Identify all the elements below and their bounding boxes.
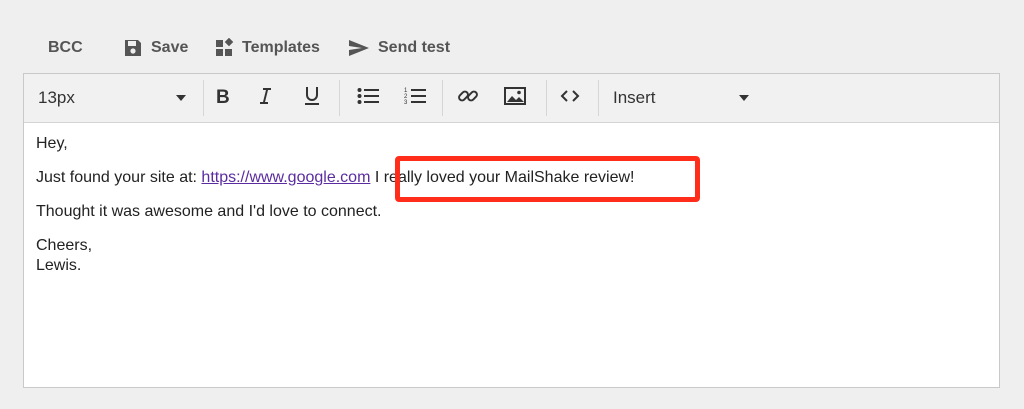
font-size-value: 13px: [38, 88, 75, 107]
website-link[interactable]: https://www.google.com: [201, 169, 370, 186]
code-button[interactable]: [550, 74, 590, 122]
signoff-line: Cheers,: [36, 237, 93, 254]
chevron-down-icon: [176, 95, 186, 101]
underline-button[interactable]: [292, 74, 332, 122]
save-label: Save: [151, 39, 189, 56]
underline-icon: [304, 86, 320, 111]
toolbar-divider: [546, 80, 547, 116]
image-icon: [504, 86, 526, 110]
save-icon: [123, 38, 143, 58]
svg-text:3: 3: [404, 100, 408, 106]
bold-button[interactable]: B: [203, 74, 243, 122]
bcc-button[interactable]: BCC: [48, 30, 83, 66]
greeting-line: Hey,: [36, 135, 68, 152]
editor-toolbar: 13px B 1 2 3 Insert: [24, 74, 999, 123]
body-line-1: Just found your site at: https://www.goo…: [36, 168, 635, 188]
email-body[interactable]: Hey, Just found your site at: https://ww…: [36, 134, 635, 276]
send-test-button[interactable]: Send test: [348, 30, 450, 66]
save-button[interactable]: Save: [123, 30, 188, 66]
body-line-1-suffix: I really loved your MailShake review!: [370, 169, 635, 186]
link-icon: [457, 85, 479, 112]
bold-icon: B: [215, 87, 231, 110]
templates-icon: [214, 38, 234, 58]
toolbar-divider: [598, 80, 599, 116]
numbered-list-icon: 1 2 3: [404, 86, 426, 111]
send-icon: [348, 38, 370, 58]
insert-select[interactable]: Insert: [613, 74, 753, 122]
toolbar-divider: [442, 80, 443, 116]
insert-label: Insert: [613, 88, 656, 107]
image-button[interactable]: [494, 74, 536, 122]
numbered-list-button[interactable]: 1 2 3: [394, 74, 436, 122]
code-icon: [560, 89, 580, 108]
templates-label: Templates: [242, 39, 320, 56]
chevron-down-icon: [739, 95, 749, 101]
toolbar-divider: [339, 80, 340, 116]
bcc-label: BCC: [48, 39, 83, 56]
font-size-select[interactable]: 13px: [38, 74, 198, 122]
send-test-label: Send test: [378, 39, 451, 56]
body-line-2: Thought it was awesome and I'd love to c…: [36, 203, 382, 220]
body-line-1-prefix: Just found your site at:: [36, 169, 202, 186]
bulleted-list-icon: [357, 87, 379, 110]
svg-text:B: B: [216, 87, 230, 105]
templates-button[interactable]: Templates: [214, 30, 320, 66]
italic-icon: [257, 87, 273, 110]
italic-button[interactable]: [245, 74, 285, 122]
bulleted-list-button[interactable]: [347, 74, 389, 122]
top-action-bar: BCC Save Templates Send test: [0, 30, 1024, 66]
email-editor: 13px B 1 2 3 Insert Hey, Just found your…: [23, 73, 1000, 388]
signature-name: Lewis.: [36, 257, 82, 274]
link-button[interactable]: [447, 74, 489, 122]
